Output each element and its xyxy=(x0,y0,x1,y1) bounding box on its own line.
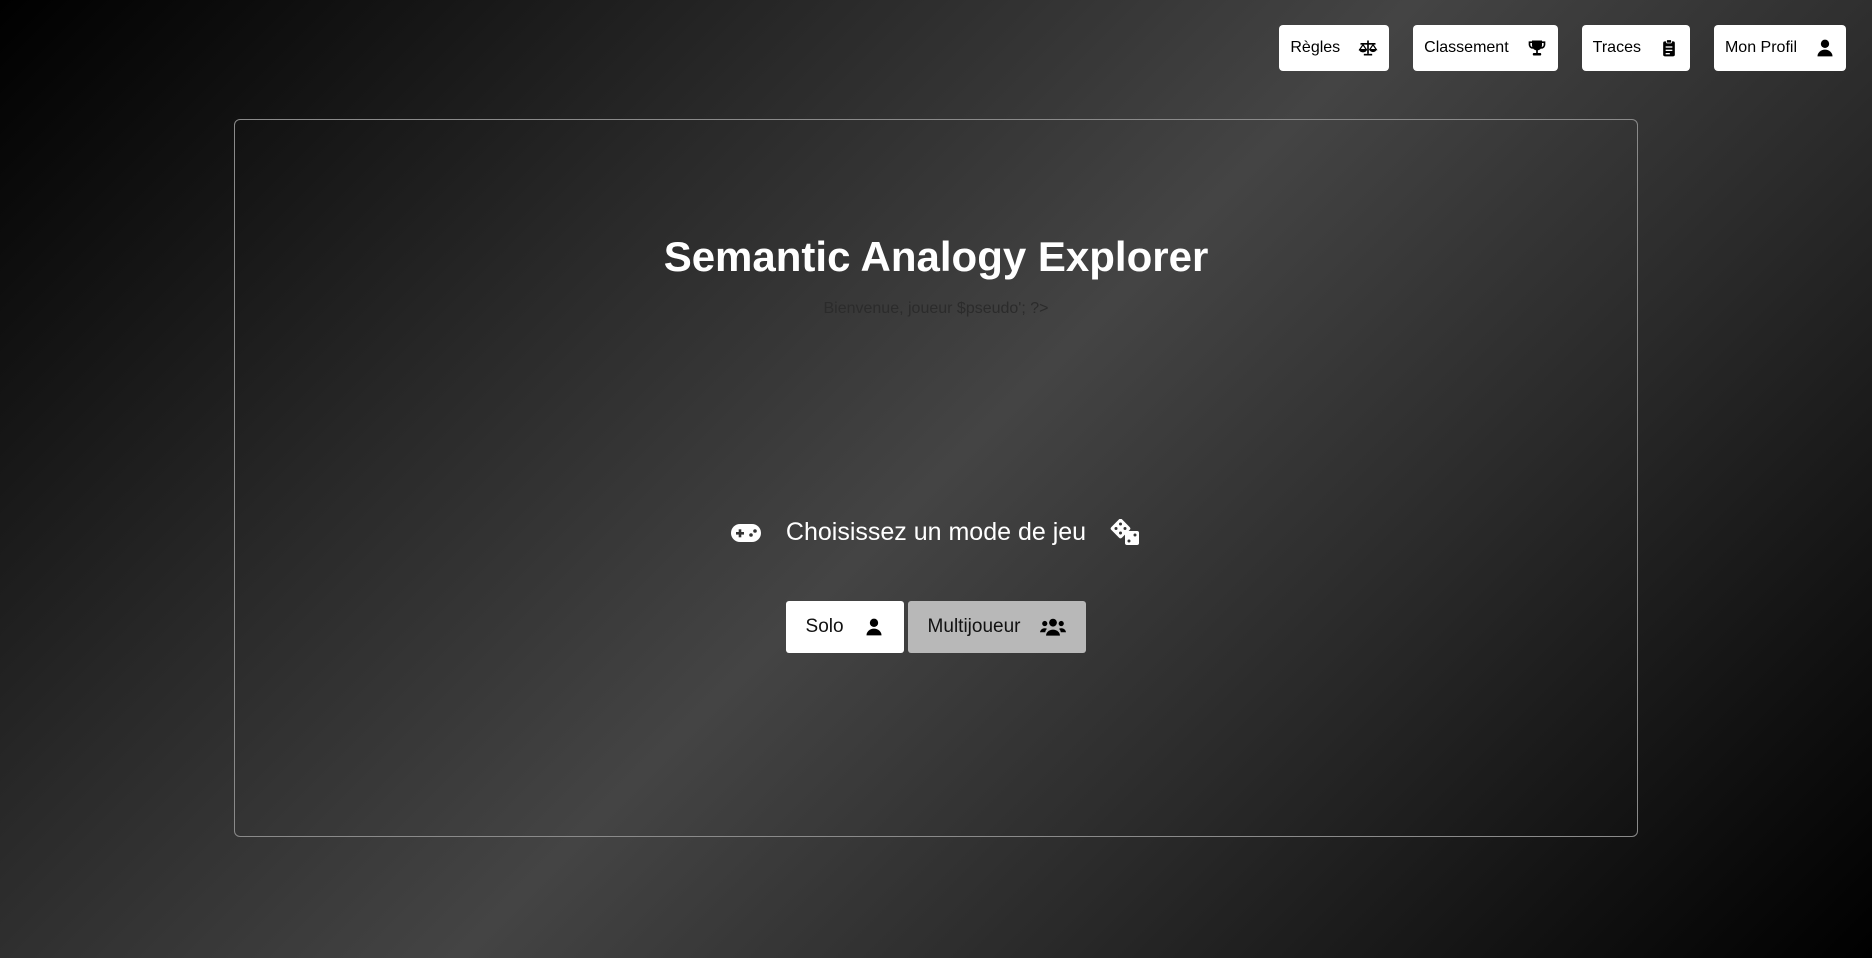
ranking-button[interactable]: Classement xyxy=(1413,25,1558,71)
multiplayer-button[interactable]: Multijoueur xyxy=(907,601,1087,653)
scale-icon xyxy=(1358,38,1378,58)
traces-button-label: Traces xyxy=(1592,39,1641,56)
profile-button-label: Mon Profil xyxy=(1724,39,1797,56)
page-title: Semantic Analogy Explorer xyxy=(663,233,1209,280)
top-navigation: Règles Classement Traces Mon Profil xyxy=(1279,25,1846,71)
mode-buttons: Solo Multijoueur xyxy=(235,601,1637,653)
rules-button-label: Règles xyxy=(1290,39,1341,56)
solo-button-label: Solo xyxy=(805,616,844,637)
clipboard-icon xyxy=(1659,38,1679,58)
dice-icon xyxy=(1110,518,1142,547)
rules-button[interactable]: Règles xyxy=(1279,25,1390,71)
multiplayer-button-label: Multijoueur xyxy=(927,616,1021,637)
traces-button[interactable]: Traces xyxy=(1581,25,1690,71)
mode-heading: Choisissez un mode de jeu xyxy=(235,518,1637,547)
trophy-icon xyxy=(1527,38,1547,58)
main-panel: Semantic Analogy Explorer Bienvenue, jou… xyxy=(234,119,1638,837)
profile-button[interactable]: Mon Profil xyxy=(1713,25,1846,71)
welcome-message: Bienvenue, joueur $pseudo'; ?> xyxy=(823,300,1049,317)
gamepad-icon xyxy=(730,522,762,544)
solo-button[interactable]: Solo xyxy=(785,601,904,653)
users-icon xyxy=(1040,617,1067,637)
user-icon xyxy=(1815,38,1835,58)
user-icon xyxy=(864,616,884,638)
ranking-button-label: Classement xyxy=(1424,39,1509,56)
mode-heading-text: Choisissez un mode de jeu xyxy=(785,518,1087,546)
